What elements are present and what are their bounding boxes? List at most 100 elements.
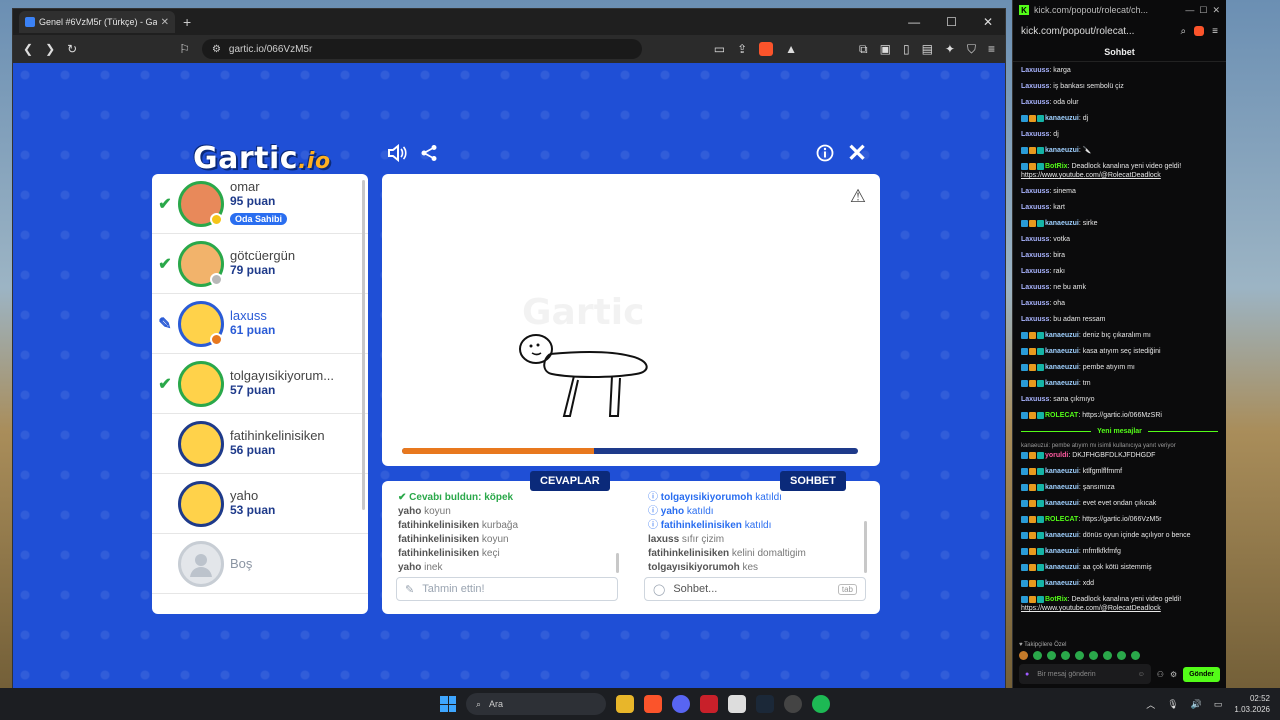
chat-scrollbar[interactable] <box>864 521 867 573</box>
emote-icon[interactable] <box>1131 651 1140 660</box>
share-icon[interactable]: ⇪ <box>737 42 747 56</box>
tabs-icon[interactable]: ▣ <box>880 42 891 56</box>
kick-address-bar[interactable]: kick.com/popout/rolecat... ⌕ ≡ <box>1013 20 1226 42</box>
emoji-icon[interactable]: ☺ <box>1138 671 1145 678</box>
back-icon[interactable]: ❮ <box>23 42 33 56</box>
search-icon[interactable]: ⌕ <box>1181 26 1187 37</box>
guess-input[interactable]: ✎ Tahmin ettin! <box>396 577 618 601</box>
close-game-icon[interactable]: ✕ <box>845 140 869 167</box>
chat-username[interactable]: Laxuuss <box>1021 252 1049 259</box>
chat-username[interactable]: kanaeuzui <box>1045 380 1079 387</box>
answers-scrollbar[interactable] <box>616 553 619 573</box>
mic-icon[interactable]: 🎙 <box>1167 699 1178 710</box>
minimize-icon[interactable]: — <box>1185 5 1194 15</box>
chat-username[interactable]: ROLECAT <box>1045 412 1078 419</box>
extensions-icon[interactable]: ⧉ <box>859 42 868 57</box>
chat-username[interactable]: Laxuuss <box>1021 284 1049 291</box>
chat-username[interactable]: Laxuuss <box>1021 204 1049 211</box>
emote-icon[interactable] <box>1075 651 1084 660</box>
emote-icon[interactable] <box>1019 651 1028 660</box>
spotify-icon[interactable] <box>812 695 830 713</box>
drawing-canvas[interactable]: ⚠ Gartic <box>382 174 880 466</box>
mic-icon[interactable]: ● <box>1025 671 1029 678</box>
chat-username[interactable]: ROLECAT <box>1045 516 1078 523</box>
chat-username[interactable]: Laxuuss <box>1021 99 1049 106</box>
send-button[interactable]: Gönder <box>1183 666 1220 682</box>
info-icon[interactable] <box>813 141 837 165</box>
chat-username[interactable]: BotRix <box>1045 163 1068 170</box>
emote-icon[interactable] <box>1061 651 1070 660</box>
chat-username[interactable]: Laxuuss <box>1021 300 1049 307</box>
maximize-icon[interactable]: ☐ <box>1199 5 1207 16</box>
chat-username[interactable]: Laxuuss <box>1021 83 1049 90</box>
close-window-icon[interactable]: ✕ <box>1212 5 1220 16</box>
forward-icon[interactable]: ❯ <box>45 42 55 56</box>
minimize-icon[interactable]: — <box>908 15 920 29</box>
emote-icon[interactable] <box>1117 651 1126 660</box>
site-settings-icon[interactable]: ⚙ <box>212 44 221 55</box>
chat-username[interactable]: Laxuuss <box>1021 268 1049 275</box>
file-explorer-icon[interactable] <box>616 695 634 713</box>
chat-username[interactable]: kanaeuzui <box>1045 115 1079 122</box>
chat-username[interactable]: kanaeuzui <box>1045 484 1079 491</box>
wallet-icon[interactable]: ▤ <box>922 42 933 56</box>
chat-username[interactable]: kanaeuzui <box>1045 580 1079 587</box>
players-scrollbar[interactable] <box>362 180 365 510</box>
emote-icon[interactable] <box>1089 651 1098 660</box>
chat-username[interactable]: kanaeuzui <box>1045 532 1079 539</box>
chat-username[interactable]: Laxuuss <box>1021 316 1049 323</box>
chat-username[interactable]: kanaeuzui <box>1045 348 1079 355</box>
emote-icon[interactable] <box>1047 651 1056 660</box>
chat-username[interactable]: kanaeuzui <box>1045 548 1079 555</box>
rewards-icon[interactable]: ▲ <box>785 42 797 56</box>
volume-icon[interactable]: 🔊 <box>1191 699 1202 710</box>
player-row[interactable]: ✎ laxuss 61 puan <box>152 294 368 354</box>
chat-username[interactable]: BotRix <box>1045 596 1068 603</box>
brave-browser-icon[interactable] <box>644 695 662 713</box>
menu-icon[interactable]: ≡ <box>1212 26 1218 37</box>
brave-shields-icon[interactable] <box>1194 26 1205 36</box>
settings-icon[interactable]: ⚙ <box>1170 670 1177 679</box>
app-icon[interactable] <box>784 695 802 713</box>
chat-username[interactable]: yoruldi <box>1045 452 1068 459</box>
player-row[interactable]: fatihinkelinisiken 56 puan <box>152 414 368 474</box>
message-input[interactable]: ● Bir mesaj gönderin ☺ <box>1019 664 1151 684</box>
bookmark-icon[interactable]: ⚐ <box>179 42 190 56</box>
reload-icon[interactable]: ↻ <box>67 42 77 56</box>
game-launcher-icon[interactable] <box>700 695 718 713</box>
taskbar-search[interactable]: ⌕ Ara <box>466 693 606 715</box>
chevron-up-icon[interactable]: ︿ <box>1146 698 1155 711</box>
chat-username[interactable]: Laxuuss <box>1021 67 1049 74</box>
steam-icon[interactable] <box>756 695 774 713</box>
chat-input[interactable]: ◯ Sohbet... tab <box>644 577 866 601</box>
tab-chat[interactable]: SOHBET <box>780 471 846 491</box>
browser-tab[interactable]: Genel #6VzM5r (Türkçe) - Gar ✕ <box>19 11 175 33</box>
leo-icon[interactable]: ✦ <box>945 42 955 56</box>
vpn-icon[interactable]: ⛉ <box>967 42 976 57</box>
chat-username[interactable]: kanaeuzui <box>1045 468 1079 475</box>
chat-username[interactable]: Laxuuss <box>1021 236 1049 243</box>
close-tab-icon[interactable]: ✕ <box>161 17 169 28</box>
chat-username[interactable]: Laxuuss <box>1021 396 1049 403</box>
chat-username[interactable]: kanaeuzui <box>1045 220 1079 227</box>
volume-icon[interactable] <box>385 141 409 165</box>
emote-icon[interactable] <box>1103 651 1112 660</box>
network-icon[interactable]: ▭ <box>1214 699 1223 710</box>
chat-username[interactable]: kanaeuzui <box>1045 500 1079 507</box>
chat-link[interactable]: https://www.youtube.com/@RolecatDeadlock <box>1021 172 1161 179</box>
share-icon[interactable] <box>417 141 441 165</box>
address-bar[interactable]: ⚙ gartic.io/066VzM5r <box>201 39 642 59</box>
clock[interactable]: 02:52 1.03.2026 <box>1234 693 1270 715</box>
player-row[interactable]: ✔ tolgayısikiyorum... 57 puan <box>152 354 368 414</box>
emote-icon[interactable] <box>1033 651 1042 660</box>
cast-icon[interactable]: ▭ <box>714 42 725 56</box>
report-warning-icon[interactable]: ⚠ <box>850 186 866 207</box>
new-tab-icon[interactable]: + <box>183 14 191 30</box>
chat-username[interactable]: kanaeuzui <box>1045 364 1079 371</box>
chat-username[interactable]: kanaeuzui <box>1045 332 1079 339</box>
player-row[interactable]: yaho 53 puan <box>152 474 368 534</box>
player-row[interactable]: ✔ götcüergün 79 puan <box>152 234 368 294</box>
windows-start-icon[interactable] <box>440 696 456 712</box>
chat-username[interactable]: kanaeuzui <box>1045 147 1079 154</box>
player-row[interactable]: ✔ omar 95 puan Oda Sahibi <box>152 174 368 234</box>
